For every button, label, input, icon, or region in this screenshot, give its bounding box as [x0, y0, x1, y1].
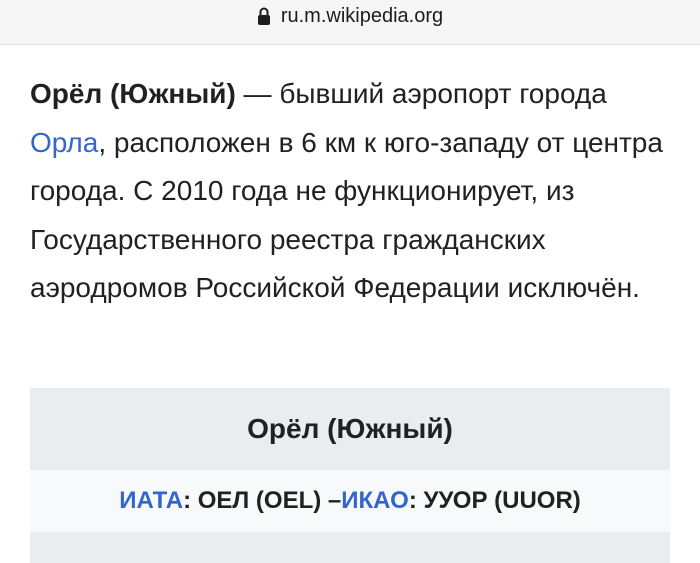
intro-text-rest: , расположен в 6 км к юго-западу от цент…	[30, 126, 663, 304]
url-display[interactable]: ru.m.wikipedia.org	[0, 0, 700, 32]
icao-link[interactable]: ИКАО	[341, 487, 409, 515]
city-link[interactable]: Орла	[30, 127, 98, 158]
article-title-bold: Орёл (Южный)	[30, 78, 236, 109]
browser-address-bar[interactable]: ru.m.wikipedia.org	[0, 0, 700, 45]
intro-text: — бывший аэропорт города	[235, 78, 607, 109]
infobox: Орёл (Южный) ИАТА: ОЕЛ (OEL) – ИКАО: УУО…	[30, 388, 670, 563]
url-text: ru.m.wikipedia.org	[280, 4, 444, 27]
iata-code: : ОЕЛ (OEL) –	[183, 487, 342, 514]
icao-code: : УУОР (UUOR)	[408, 487, 581, 514]
airport-codes-row: ИАТА: ОЕЛ (OEL) – ИКАО: УУОР (UUOR)	[30, 470, 670, 532]
lock-icon	[257, 6, 271, 26]
iata-link[interactable]: ИАТА	[119, 487, 183, 515]
infobox-title: Орёл (Южный)	[247, 413, 453, 444]
article-intro: Орёл (Южный) — бывший аэропорт города Ор…	[30, 70, 680, 313]
